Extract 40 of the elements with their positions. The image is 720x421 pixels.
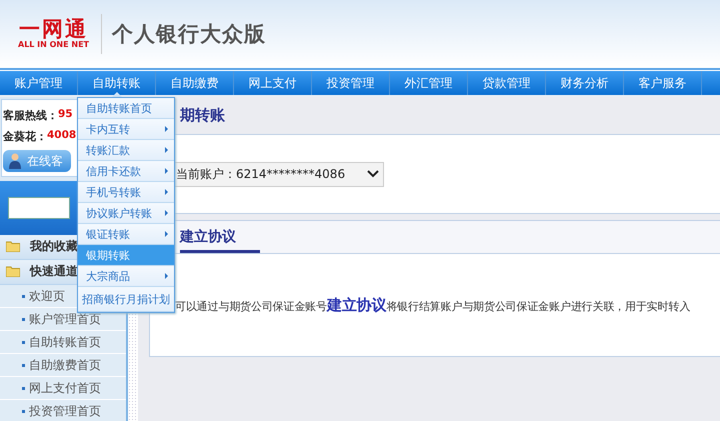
account-select[interactable]: 当前账户：6214********4086 [174,162,384,186]
logo-subtitle: ALL IN ONE NET [18,40,89,50]
hotline-label: 客服热线： [3,108,58,123]
folder-icon [6,266,20,278]
menu-item[interactable]: 信用卡还款 [78,161,174,182]
online-service-button[interactable]: 在线客 [3,150,71,172]
nav-tab[interactable]: 客户服务 [624,71,702,95]
menu-item[interactable]: 大宗商品 [78,266,174,287]
nav-tab[interactable]: 外汇管理 [390,71,468,95]
nav-tab[interactable]: 账户管理 [0,71,78,95]
hotline-number: 95 [58,108,73,122]
quick-link[interactable]: 投资管理首页 [0,400,126,421]
nav-tab[interactable]: 自助缴费 [156,71,234,95]
nav-tab[interactable]: 财务分析 [546,71,624,95]
menu-item[interactable]: 手机号转账 [78,182,174,203]
hotline-number: 4008 [47,129,76,143]
description-text: 可以通过与期货公司保证金账号建立协议将银行结算账户与期货公司保证金账户进行关联，用于实时转入 [175,296,690,314]
menu-item[interactable]: 协议账户转账 [78,203,174,224]
hotline-label: 金葵花： [3,129,47,144]
nav-tab[interactable]: 贷款管理 [468,71,546,95]
quick-link[interactable]: 自助转账首页 [0,331,126,354]
nav-tab[interactable]: 自助转账 [78,71,156,95]
search-field[interactable] [8,196,70,219]
quick-link[interactable]: 自助缴费首页 [0,354,126,377]
person-icon [9,153,21,169]
menu-item[interactable]: 银期转账 [78,245,174,266]
quick-link[interactable]: 网上支付首页 [0,377,126,400]
menu-item[interactable]: 自助转账首页 [78,98,174,119]
nav-tab[interactable]: 网上支付 [234,71,312,95]
menu-item[interactable]: 银证转账 [78,224,174,245]
site-title: 个人银行大众版 [112,21,266,48]
folder-icon [6,241,20,252]
quick-link[interactable]: 账户管理首页 [0,308,126,331]
chevron-down-icon [367,170,379,178]
page-title: 期转账 [180,106,225,125]
menu-item[interactable]: 转账汇款 [78,140,174,161]
nav-tab[interactable]: 投资管理 [312,71,390,95]
menu-item[interactable]: 卡内互转 [78,119,174,140]
menu-item[interactable]: 招商银行月捐计划 [78,287,174,312]
logo-text: 一网通 [19,18,88,40]
